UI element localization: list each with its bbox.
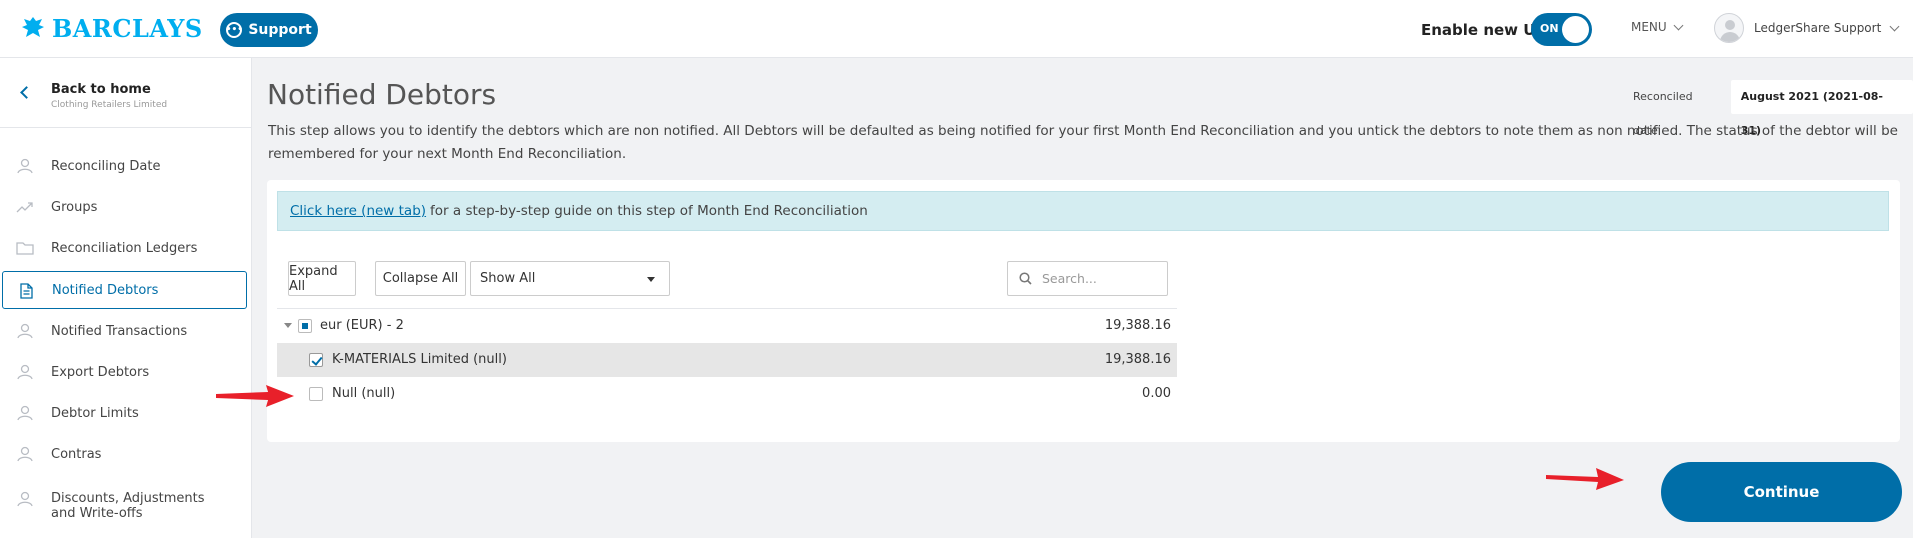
back-title: Back to home xyxy=(51,82,151,97)
new-ui-toggle[interactable]: ON xyxy=(1531,13,1592,46)
user-icon xyxy=(17,405,33,421)
support-label: Support xyxy=(248,22,312,38)
user-name: LedgerShare Support xyxy=(1754,21,1882,35)
sidebar-item-discounts[interactable]: Discounts, Adjustments and Write-offs xyxy=(0,484,252,528)
reconciled-date-value: August 2021 (2021-08-31) xyxy=(1730,80,1913,137)
enable-new-ui-label: Enable new UI xyxy=(1421,21,1542,39)
row-value: 0.00 xyxy=(1142,386,1171,401)
sidebar-item-label: Contras xyxy=(51,446,102,462)
chevron-left-icon xyxy=(20,86,33,99)
sidebar-item-label: Reconciling Date xyxy=(51,158,161,174)
sidebar-item-notified-transactions[interactable]: Notified Transactions xyxy=(0,312,252,350)
user-menu[interactable]: LedgerShare Support xyxy=(1714,13,1900,43)
sidebar-item-contras[interactable]: Contras xyxy=(0,435,252,473)
expand-triangle-icon[interactable] xyxy=(284,323,292,328)
sidebar-item-label: Export Debtors xyxy=(51,364,150,380)
reconciled-date: Reconciled date August 2021 (2021-08-31) xyxy=(1623,80,1913,137)
guide-link[interactable]: Click here (new tab) xyxy=(290,203,426,219)
chat-icon: ••• xyxy=(226,22,243,38)
trend-icon xyxy=(16,202,33,213)
group-value: 19,388.16 xyxy=(1104,318,1171,333)
annotation-arrow-icon xyxy=(216,385,294,407)
sidebar-item-groups[interactable]: Groups xyxy=(0,188,252,226)
debtors-panel: Click here (new tab) for a step-by-step … xyxy=(267,180,1900,442)
top-bar: BARCLAYS ••• Support Enable new UI ON ME… xyxy=(0,0,1913,58)
debtor-tree: eur (EUR) - 2 19,388.16 K-MATERIALS Limi… xyxy=(277,308,1177,401)
row-value: 19,388.16 xyxy=(1104,352,1171,367)
user-icon xyxy=(17,158,33,174)
toggle-state: ON xyxy=(1540,22,1559,35)
sidebar: Back to home Clothing Retailers Limited … xyxy=(0,58,252,538)
annotation-arrow-icon xyxy=(1546,468,1624,490)
search-icon xyxy=(1019,272,1032,285)
chevron-down-icon xyxy=(1889,21,1900,31)
user-icon xyxy=(17,323,33,339)
continue-button[interactable]: Continue xyxy=(1661,462,1902,522)
folder-icon xyxy=(16,242,34,255)
support-button[interactable]: ••• Support xyxy=(220,13,318,47)
step-description: This step allows you to identify the deb… xyxy=(268,123,1898,162)
filter-select[interactable]: Show All xyxy=(470,261,670,296)
sidebar-item-label: Discounts, Adjustments and Write-offs xyxy=(51,491,205,521)
document-icon xyxy=(20,283,33,299)
sidebar-item-debtor-limits[interactable]: Debtor Limits xyxy=(0,394,252,432)
sidebar-item-notified-debtors[interactable]: Notified Debtors xyxy=(2,271,247,309)
menu-label: MENU xyxy=(1631,20,1667,34)
caret-down-icon xyxy=(647,277,655,282)
sidebar-item-label: Reconciliation Ledgers xyxy=(51,240,198,256)
sidebar-item-label: Notified Debtors xyxy=(52,282,159,298)
user-icon xyxy=(17,364,33,380)
sidebar-item-label: Debtor Limits xyxy=(51,405,139,421)
sidebar-item-reconciling-date[interactable]: Reconciling Date xyxy=(0,147,252,185)
table-row[interactable]: K-MATERIALS Limited (null) 19,388.16 xyxy=(277,343,1177,377)
sidebar-item-reconciliation-ledgers[interactable]: Reconciliation Ledgers xyxy=(0,229,252,267)
expand-all-button[interactable]: Expand All xyxy=(288,261,356,296)
page-title: Notified Debtors xyxy=(267,78,497,111)
filter-selected: Show All xyxy=(480,271,536,286)
user-icon xyxy=(17,491,33,507)
sidebar-item-label: Groups xyxy=(51,199,98,215)
user-icon xyxy=(17,446,33,462)
search-input[interactable]: Search... xyxy=(1007,261,1168,296)
company-name: Clothing Retailers Limited xyxy=(51,100,168,110)
reconciled-date-label: Reconciled date xyxy=(1633,90,1693,137)
group-checkbox[interactable] xyxy=(298,319,312,333)
chevron-down-icon xyxy=(1673,20,1684,30)
row-label: K-MATERIALS Limited (null) xyxy=(332,352,507,367)
row-checkbox[interactable] xyxy=(309,353,323,367)
barclays-logo[interactable]: BARCLAYS xyxy=(20,14,203,43)
tree-group-row[interactable]: eur (EUR) - 2 19,388.16 xyxy=(277,309,1177,343)
back-to-home-link[interactable]: Back to home Clothing Retailers Limited xyxy=(0,58,252,128)
sidebar-item-export-debtors[interactable]: Export Debtors xyxy=(0,353,252,391)
guide-text: for a step-by-step guide on this step of… xyxy=(430,203,868,219)
eagle-icon xyxy=(22,16,44,37)
sidebar-item-label: Notified Transactions xyxy=(51,323,188,339)
search-placeholder: Search... xyxy=(1042,271,1097,286)
guide-banner: Click here (new tab) for a step-by-step … xyxy=(277,191,1889,231)
avatar xyxy=(1714,13,1744,43)
table-row[interactable]: Null (null) 0.00 xyxy=(277,377,1177,411)
collapse-all-button[interactable]: Collapse All xyxy=(375,261,466,296)
row-label: Null (null) xyxy=(332,386,396,401)
brand-name: BARCLAYS xyxy=(52,14,203,43)
menu-button[interactable]: MENU xyxy=(1631,20,1684,34)
group-label: eur (EUR) - 2 xyxy=(320,318,404,333)
toggle-knob xyxy=(1562,16,1589,43)
row-checkbox[interactable] xyxy=(309,387,323,401)
